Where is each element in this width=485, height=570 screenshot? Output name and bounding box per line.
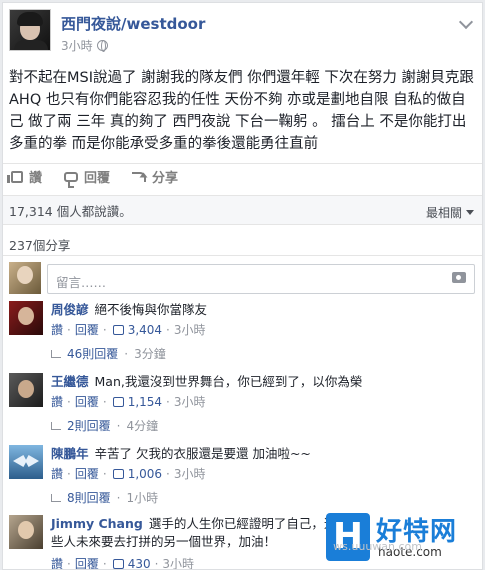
comment-meta: 讚 · 回覆 · 430 · 3小時 <box>51 555 195 570</box>
comment-like-count[interactable]: 430 <box>128 557 151 570</box>
comment-time[interactable]: 3小時 <box>162 555 194 569</box>
comment-like-link[interactable]: 讚 <box>51 321 63 338</box>
post-card: 西門夜說/westdoor 3小時 對不起在MSI說過了 謝謝我的隊友們 你們還… <box>2 2 483 570</box>
comment-like-link[interactable]: 讚 <box>51 465 63 482</box>
comment-meta: 讚 · 回覆 · 3,404 · 3小時 <box>51 321 206 338</box>
comment-button[interactable]: 回覆 <box>64 167 111 188</box>
comment-reply-link[interactable]: 回覆 <box>75 555 99 569</box>
thumbs-up-icon <box>112 468 124 479</box>
thumbs-up-icon <box>7 170 23 183</box>
replies-count: 8則回覆 <box>67 491 111 505</box>
sort-label: 最相關 <box>425 206 462 220</box>
comment-label: 回覆 <box>84 171 111 186</box>
comment-like-count[interactable]: 1,154 <box>128 395 162 409</box>
commenter-name[interactable]: 周俊諺 <box>51 302 89 317</box>
like-label: 讚 <box>29 171 43 186</box>
post-text: 對不起在MSI說過了 謝謝我的隊友們 你們還年輕 下次在努力 謝謝貝克跟AHQ … <box>9 70 474 152</box>
likes-summary: 17,314 個人都說讚。 最相關 <box>3 195 482 225</box>
commenter-name[interactable]: Jimmy Chang <box>51 516 143 531</box>
reply-arrow-icon <box>51 493 61 502</box>
comment-placeholder: 留言…… <box>56 275 107 290</box>
watermark-logo: H <box>326 513 370 561</box>
comment-icon <box>64 171 79 188</box>
thumbs-up-icon <box>112 558 124 569</box>
likes-count[interactable]: 17,314 個人都說讚。 <box>9 201 132 220</box>
comment-text-continued: 些人未來要去打拼的另一個世界，加油！ <box>51 534 277 549</box>
replies-time: 3分鐘 <box>134 347 166 361</box>
comment-composer: 留言…… <box>3 255 482 299</box>
view-replies-link[interactable]: 2則回覆 · 4分鐘 <box>51 417 158 434</box>
comment-time[interactable]: 3小時 <box>174 393 206 410</box>
like-button[interactable]: 讚 <box>7 167 43 186</box>
author-avatar[interactable] <box>9 9 51 51</box>
share-label: 分享 <box>152 171 179 186</box>
replies-time: 1小時 <box>126 491 159 505</box>
commenter-avatar[interactable] <box>9 445 43 479</box>
shares-count[interactable]: 237個分享 <box>9 235 70 254</box>
comment-like-link[interactable]: 讚 <box>51 393 63 410</box>
comment-time[interactable]: 3小時 <box>174 465 206 482</box>
commenter-avatar[interactable] <box>9 515 43 549</box>
comment-reply-link[interactable]: 回覆 <box>75 321 99 338</box>
commenter-name[interactable]: 陳鵬年 <box>51 446 89 461</box>
share-icon <box>132 171 147 182</box>
post-actions: 讚 回覆 分享 <box>3 163 482 189</box>
comment-text: 選手的人生你已經證明了自己，選 <box>148 516 337 531</box>
post-time[interactable]: 3小時 <box>61 37 93 54</box>
comment-text: Man,我還沒到世界舞台，你已經到了，以你為榮 <box>94 374 363 389</box>
comment-like-link[interactable]: 讚 <box>51 555 63 569</box>
replies-time: 4分鐘 <box>126 419 159 433</box>
view-replies-link[interactable]: 8則回覆 · 1小時 <box>51 489 158 506</box>
commenter-avatar[interactable] <box>9 301 43 335</box>
comment-like-count[interactable]: 1,006 <box>128 467 162 481</box>
commenter-avatar[interactable] <box>9 373 43 407</box>
comment-text: 絕不後悔與你當隊友 <box>94 302 208 317</box>
globe-icon <box>96 40 108 52</box>
comment-time[interactable]: 3小時 <box>174 321 206 338</box>
post-header: 西門夜說/westdoor 3小時 <box>9 9 479 61</box>
viewer-avatar <box>9 262 41 294</box>
replies-count: 46則回覆 <box>67 347 119 361</box>
view-replies-link[interactable]: 46則回覆 · 3分鐘 <box>51 345 166 362</box>
comment-input[interactable]: 留言…… <box>47 264 475 294</box>
caret-down-icon <box>466 210 474 215</box>
thumbs-up-icon <box>112 396 124 407</box>
reply-arrow-icon <box>51 421 61 430</box>
sort-dropdown[interactable]: 最相關 <box>426 204 474 221</box>
thumbs-up-icon <box>112 324 124 335</box>
comment-text: 辛苦了 欠我的衣服還是要還 加油啦~~ <box>94 446 311 461</box>
author-name[interactable]: 西門夜說/westdoor <box>61 13 205 34</box>
camera-icon[interactable] <box>452 272 466 283</box>
comment-meta: 讚 · 回覆 · 1,154 · 3小時 <box>51 393 206 410</box>
share-button[interactable]: 分享 <box>132 167 178 186</box>
comment-reply-link[interactable]: 回覆 <box>75 465 99 482</box>
reply-arrow-icon <box>51 349 61 358</box>
replies-count: 2則回覆 <box>67 419 111 433</box>
comment-reply-link[interactable]: 回覆 <box>75 393 99 410</box>
commenter-name[interactable]: 王繼德 <box>51 374 89 389</box>
faint-watermark: ws.uuuwan.com <box>333 540 422 553</box>
post-meta: 3小時 <box>61 37 108 54</box>
site-watermark: H 好特网 haote.com <box>326 507 476 565</box>
chevron-down-icon[interactable] <box>458 14 474 30</box>
comment-meta: 讚 · 回覆 · 1,006 · 3小時 <box>51 465 206 482</box>
comment-like-count[interactable]: 3,404 <box>128 323 162 337</box>
